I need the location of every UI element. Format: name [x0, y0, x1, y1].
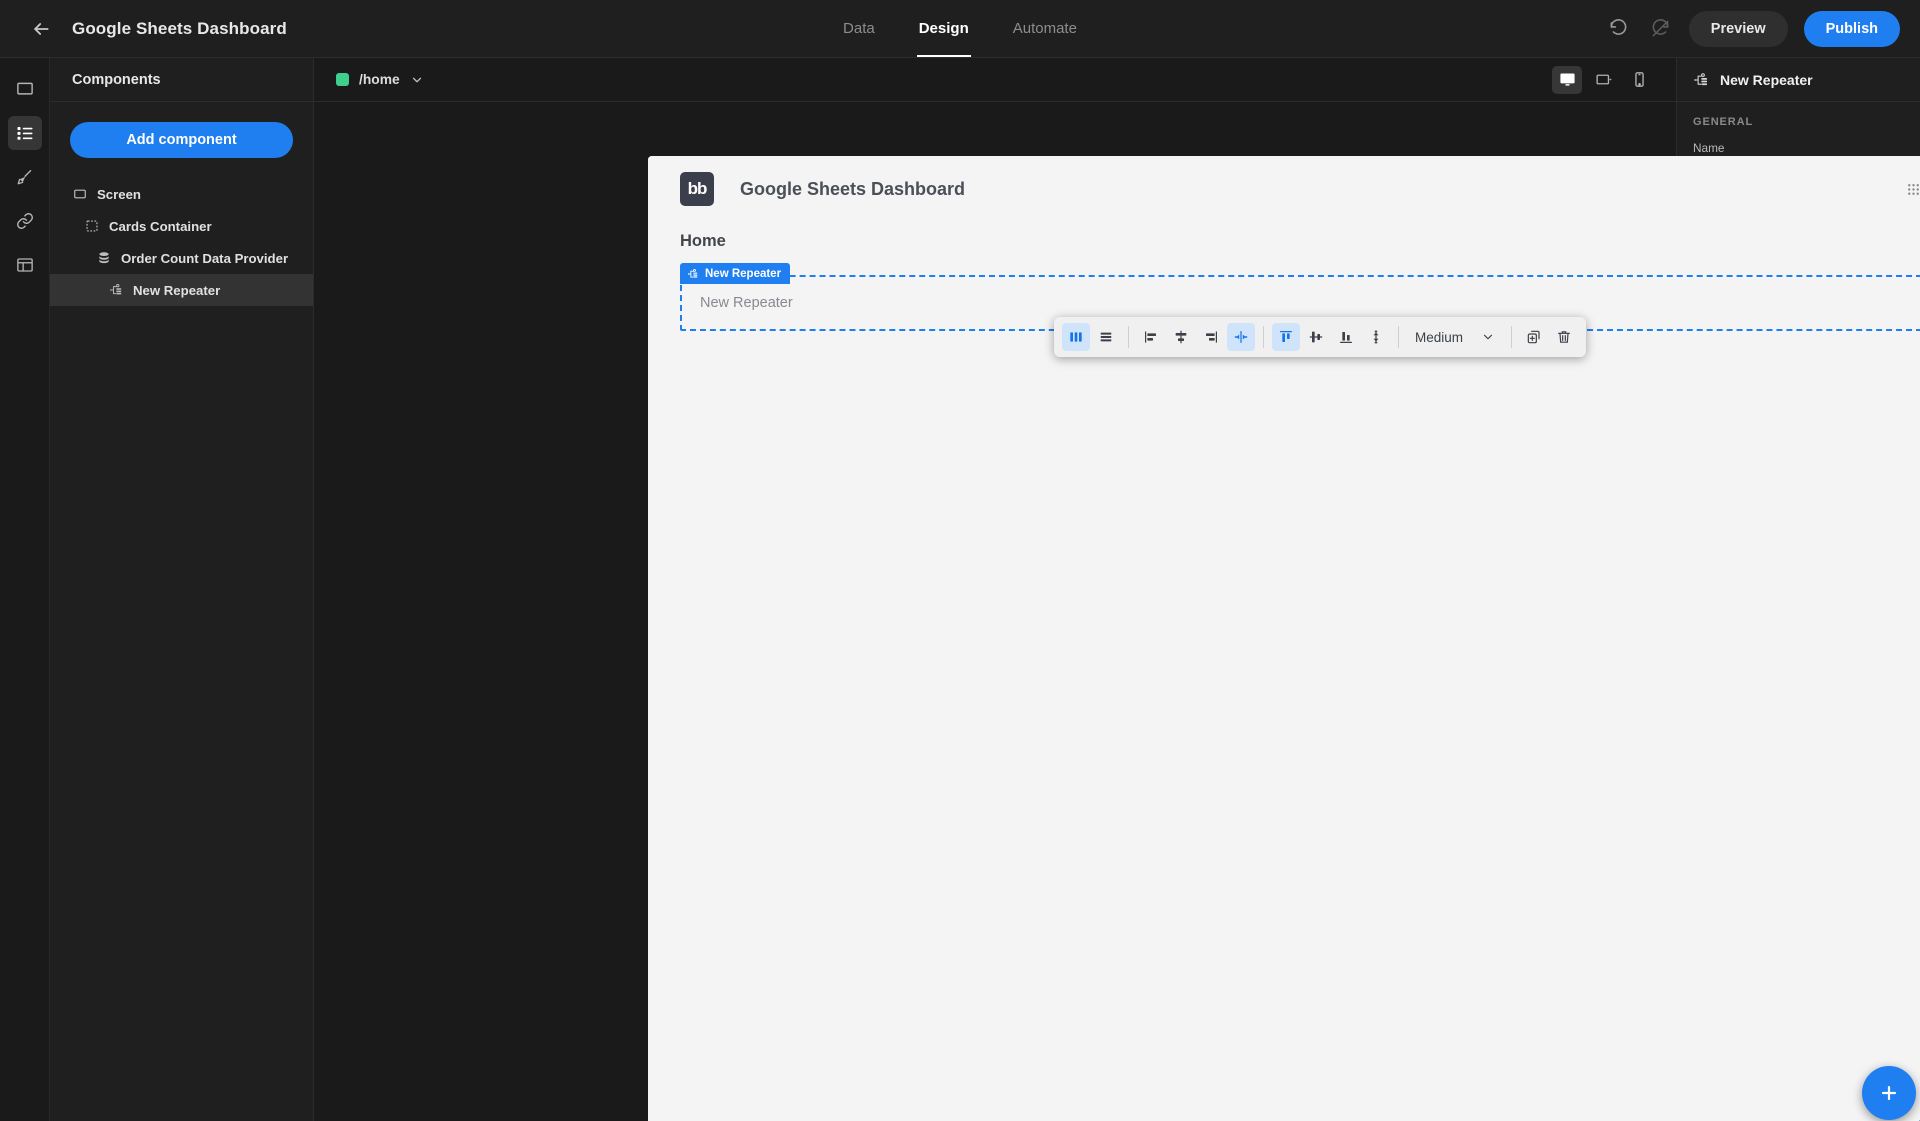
gap-select[interactable]: Medium	[1407, 323, 1503, 351]
top-bar-actions: Preview Publish	[1605, 10, 1900, 47]
toolbar-divider	[1128, 326, 1129, 348]
rail-item-components[interactable]	[7, 116, 42, 150]
trash-icon[interactable]	[1550, 323, 1578, 351]
valign-bottom-button[interactable]	[1332, 323, 1360, 351]
toolbar-divider	[1398, 326, 1399, 348]
tab-data[interactable]: Data	[843, 0, 875, 57]
halign-stretch-button[interactable]	[1227, 323, 1255, 351]
app-title: Google Sheets Dashboard	[72, 18, 287, 38]
repeater-placeholder-text: New Repeater	[700, 295, 793, 311]
tree-item-label: Screen	[97, 186, 141, 202]
repeater-icon	[687, 268, 699, 280]
repeater-icon	[1693, 72, 1709, 88]
valign-top-button[interactable]	[1272, 323, 1300, 351]
settings-panel-title: New Repeater	[1720, 71, 1813, 88]
canvas-header: /home	[314, 58, 1676, 102]
add-component-button[interactable]: Add component	[70, 122, 293, 158]
rail-item-navigation[interactable]	[8, 204, 42, 238]
repeater-icon	[108, 282, 124, 298]
valign-middle-button[interactable]	[1302, 323, 1330, 351]
add-component-fab[interactable]	[1862, 1066, 1916, 1120]
selected-component-tag-label: New Repeater	[705, 267, 782, 280]
main-body: Components Add component Screen Cards Co…	[0, 58, 1920, 1121]
tree-item-cards-container[interactable]: Cards Container	[50, 210, 313, 242]
rail-item-layout[interactable]	[8, 248, 42, 282]
chevron-down-icon	[1481, 330, 1495, 344]
tree-item-screen[interactable]: Screen	[50, 178, 313, 210]
back-arrow-icon[interactable]	[26, 14, 56, 44]
selected-component-tag: New Repeater	[680, 263, 791, 284]
preview-app-title: Google Sheets Dashboard	[740, 178, 966, 199]
halign-left-button[interactable]	[1137, 323, 1165, 351]
toolbar-divider	[1511, 326, 1513, 348]
tree-item-label: Order Count Data Provider	[121, 250, 289, 266]
tree-item-order-count-data-provider[interactable]: Order Count Data Provider	[50, 242, 313, 274]
route-color-dot	[336, 73, 349, 86]
halign-center-button[interactable]	[1167, 323, 1195, 351]
name-label: Name	[1693, 141, 1725, 155]
section-general-legend: GENERAL	[1693, 116, 1754, 128]
direction-column-button[interactable]	[1062, 323, 1090, 351]
mobile-icon[interactable]	[1624, 66, 1654, 94]
halign-right-button[interactable]	[1197, 323, 1225, 351]
rail-item-theme[interactable]	[8, 160, 42, 194]
app-root: Google Sheets Dashboard Data Design Auto…	[0, 0, 1920, 1121]
element-float-toolbar: Medium	[1054, 317, 1587, 357]
direction-row-button[interactable]	[1092, 323, 1120, 351]
tab-automate[interactable]: Automate	[1013, 0, 1077, 57]
tree-item-new-repeater[interactable]: New Repeater	[50, 274, 313, 306]
tab-design[interactable]: Design	[916, 0, 971, 57]
preview-app-header: bb Google Sheets Dashboard	[648, 156, 1920, 222]
database-icon	[96, 250, 112, 266]
app-preview-frame: bb Google Sheets Dashboard Home New Repe…	[648, 156, 1920, 1121]
valign-stretch-button[interactable]	[1362, 323, 1390, 351]
preview-button[interactable]: Preview	[1688, 10, 1788, 47]
undo-icon[interactable]	[1605, 15, 1633, 43]
redo-disabled-icon[interactable]	[1647, 15, 1675, 43]
components-panel-header: Components	[50, 58, 313, 102]
add-component-wrapper: Add component	[50, 102, 313, 166]
route-selector[interactable]: /home	[336, 72, 424, 87]
screen-icon	[72, 186, 88, 202]
container-dashed-icon	[84, 218, 100, 234]
desktop-icon[interactable]	[1552, 65, 1582, 94]
gap-select-value: Medium	[1415, 329, 1464, 345]
device-preview-group	[1552, 65, 1654, 94]
components-panel: Components Add component Screen Cards Co…	[50, 58, 314, 1121]
canvas-column: /home bb Google Sheets Dashboard Home Ne…	[314, 58, 1920, 1121]
tree-item-label: Cards Container	[109, 218, 212, 234]
icon-rail	[0, 58, 50, 1121]
canvas-area: bb Google Sheets Dashboard Home New Repe…	[314, 102, 1920, 1121]
top-bar: Google Sheets Dashboard Data Design Auto…	[0, 0, 1920, 58]
toolbar-divider	[1263, 326, 1264, 348]
top-tabs: Data Design Automate	[843, 0, 1077, 57]
component-tree: Screen Cards Container Order Count Data …	[50, 166, 313, 306]
rail-item-screen[interactable]	[8, 72, 42, 106]
tree-item-label: New Repeater	[133, 282, 221, 298]
tablet-icon[interactable]	[1588, 66, 1618, 94]
app-logo: bb	[680, 172, 714, 206]
chevron-down-icon	[410, 73, 424, 87]
grip-dots-icon[interactable]	[1905, 181, 1920, 198]
settings-panel-header: New Repeater	[1677, 58, 1920, 102]
publish-button[interactable]: Publish	[1803, 10, 1900, 47]
duplicate-icon[interactable]	[1520, 323, 1548, 351]
route-label: /home	[359, 72, 400, 87]
preview-page-heading: Home	[680, 232, 726, 250]
